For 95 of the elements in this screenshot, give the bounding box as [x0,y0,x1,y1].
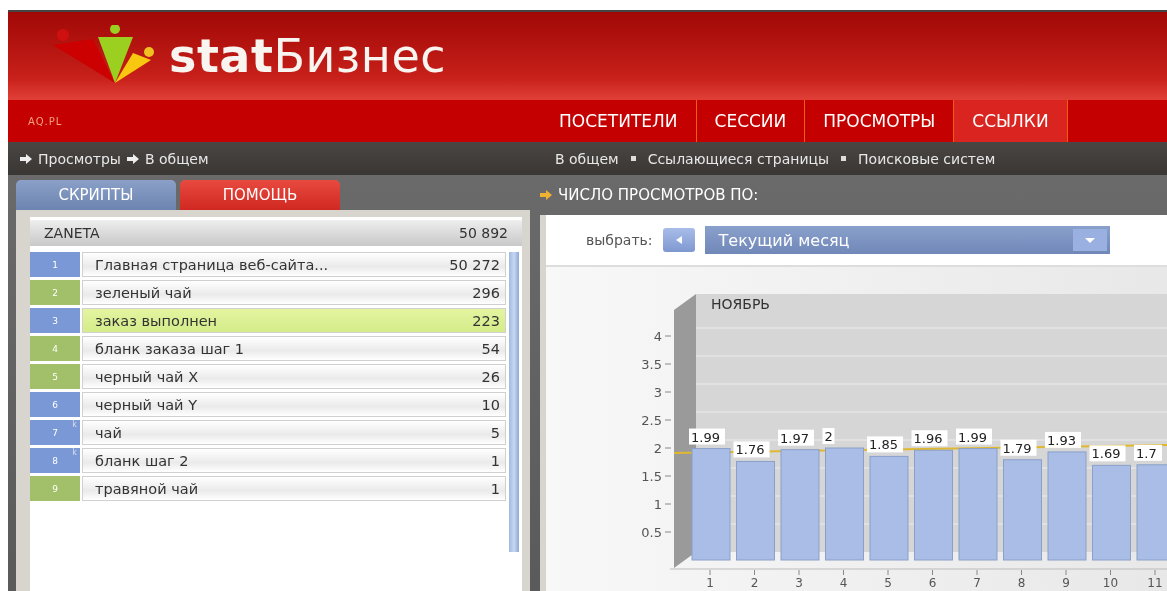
breadcrumb-link[interactable]: В общем [144,150,209,167]
row-name: черный чай Y [95,396,197,413]
list-total: 50 892 [459,225,508,241]
row-count: 1 [490,480,500,497]
row-name: бланк заказа шаг 1 [95,340,244,357]
rank-badge: 7 k [30,420,80,445]
x-tick: 6 [928,569,937,588]
arrow-icon [20,153,32,164]
flag-mark: k [72,448,77,457]
y-tick: 4 [653,329,662,344]
x-tick-label: 8 [1017,576,1026,590]
x-tick-label: 2 [750,576,759,590]
row-count: 1 [490,452,500,469]
list-row[interactable]: зеленый чай 296 [82,280,506,305]
row-name: Главная страница веб-сайта... [95,256,329,273]
row-name: зеленый чай [95,284,192,301]
y-tick: 0.5 [641,525,662,540]
x-tick-label: 7 [973,576,981,590]
x-tick-label: 10 [1102,576,1119,590]
panel-title: ЧИСЛО ПРОСМОТРОВ ПО: [558,186,759,204]
value-label: 1.76 [733,441,770,458]
submenu-link[interactable]: В общем [555,150,619,167]
x-tick-label: 11 [1147,576,1163,590]
select-label: выбрать: [586,232,653,248]
value-label: 1.85 [867,436,903,453]
x-tick: 2 [750,569,759,588]
x-tick-label: 5 [884,576,892,590]
list-row[interactable]: черный чай X 26 [82,364,506,389]
arrow-icon [126,153,139,164]
bullet-icon [841,156,847,161]
row-count: 296 [472,284,500,301]
rank-badge: 8 k [30,448,80,473]
submenu-link[interactable]: Ссылающиеся страницы [647,150,830,167]
x-tick: 1 [706,569,714,588]
rank-badge: 5 [30,364,80,389]
panel-tab[interactable]: ПОМОЩЬ [180,180,340,210]
x-tick-label: 6 [928,576,937,590]
x-tick: 5 [884,569,892,588]
x-tick: 3 [795,569,803,588]
row-name: черный чай X [95,368,199,385]
x-tick-label: 9 [1062,576,1070,590]
x-tick: 8 [1017,569,1026,588]
y-tick: 2.5 [641,413,662,428]
row-name: бланк шаг 2 [95,452,189,469]
y-tick: 2 [653,441,662,456]
list-title: ZANETA [44,225,100,241]
rank-badge: 2 [30,280,80,305]
previous-button[interactable] [662,228,695,252]
list-row[interactable]: бланк заказа шаг 1 54 [82,336,506,361]
x-tick: 9 [1062,569,1070,588]
y-tick: 1 [653,497,662,512]
x-tick: 10 [1102,569,1119,588]
rank-badge: 9 [30,476,80,501]
list-row[interactable]: Главная страница веб-сайта... 50 272 [82,252,506,277]
rank-badge: 3 [30,308,80,333]
row-name: заказ выполнен [95,312,218,329]
list-row[interactable]: заказ выполнен 223 [82,308,506,333]
rank-badge: 6 [30,392,80,417]
list-row[interactable]: чай 5 [82,420,506,445]
row-name: травяной чай [95,480,199,497]
rank-badge: 4 [30,336,80,361]
y-tick: 1.5 [641,469,662,484]
nav-tab[interactable]: ССЫЛКИ [954,100,1068,142]
x-tick-label: 1 [706,576,714,590]
y-tick: 3 [653,385,662,400]
scrollbar-thumb[interactable] [509,252,519,552]
submenu-link[interactable]: Поисковые систем [858,150,996,167]
row-count: 223 [472,312,500,329]
y-tick: 3.5 [641,357,662,372]
arrow-icon [540,190,552,200]
value-label: 1.69 [1089,445,1126,462]
x-tick: 11 [1147,569,1163,588]
left-arrow-icon [675,236,682,244]
x-tick-label: 3 [795,576,803,590]
bullet-icon [630,156,636,161]
rank-badge: 1 [30,252,80,277]
x-tick-label: 4 [839,576,848,590]
flag-mark: k [72,420,77,429]
caret-icon [1084,237,1095,243]
row-count: 50 272 [449,256,500,273]
x-tick: 4 [839,569,848,588]
breadcrumb-link[interactable]: Просмотры [38,150,121,167]
row-count: 10 [481,396,500,413]
chart-title: НОЯБРЬ [711,296,770,312]
x-tick: 7 [973,569,981,588]
list-row[interactable]: черный чай Y 10 [82,392,506,417]
row-count: 26 [481,368,500,385]
row-count: 5 [490,424,500,441]
value-label: 1.96 [911,430,948,447]
row-name: чай [95,424,122,441]
list-row[interactable]: бланк шаг 2 1 [82,448,506,473]
row-count: 54 [481,340,500,357]
site-name: AQ.PL [28,115,64,127]
logo-text: statБизнес [169,29,446,83]
list-row[interactable]: травяной чай 1 [82,476,506,501]
